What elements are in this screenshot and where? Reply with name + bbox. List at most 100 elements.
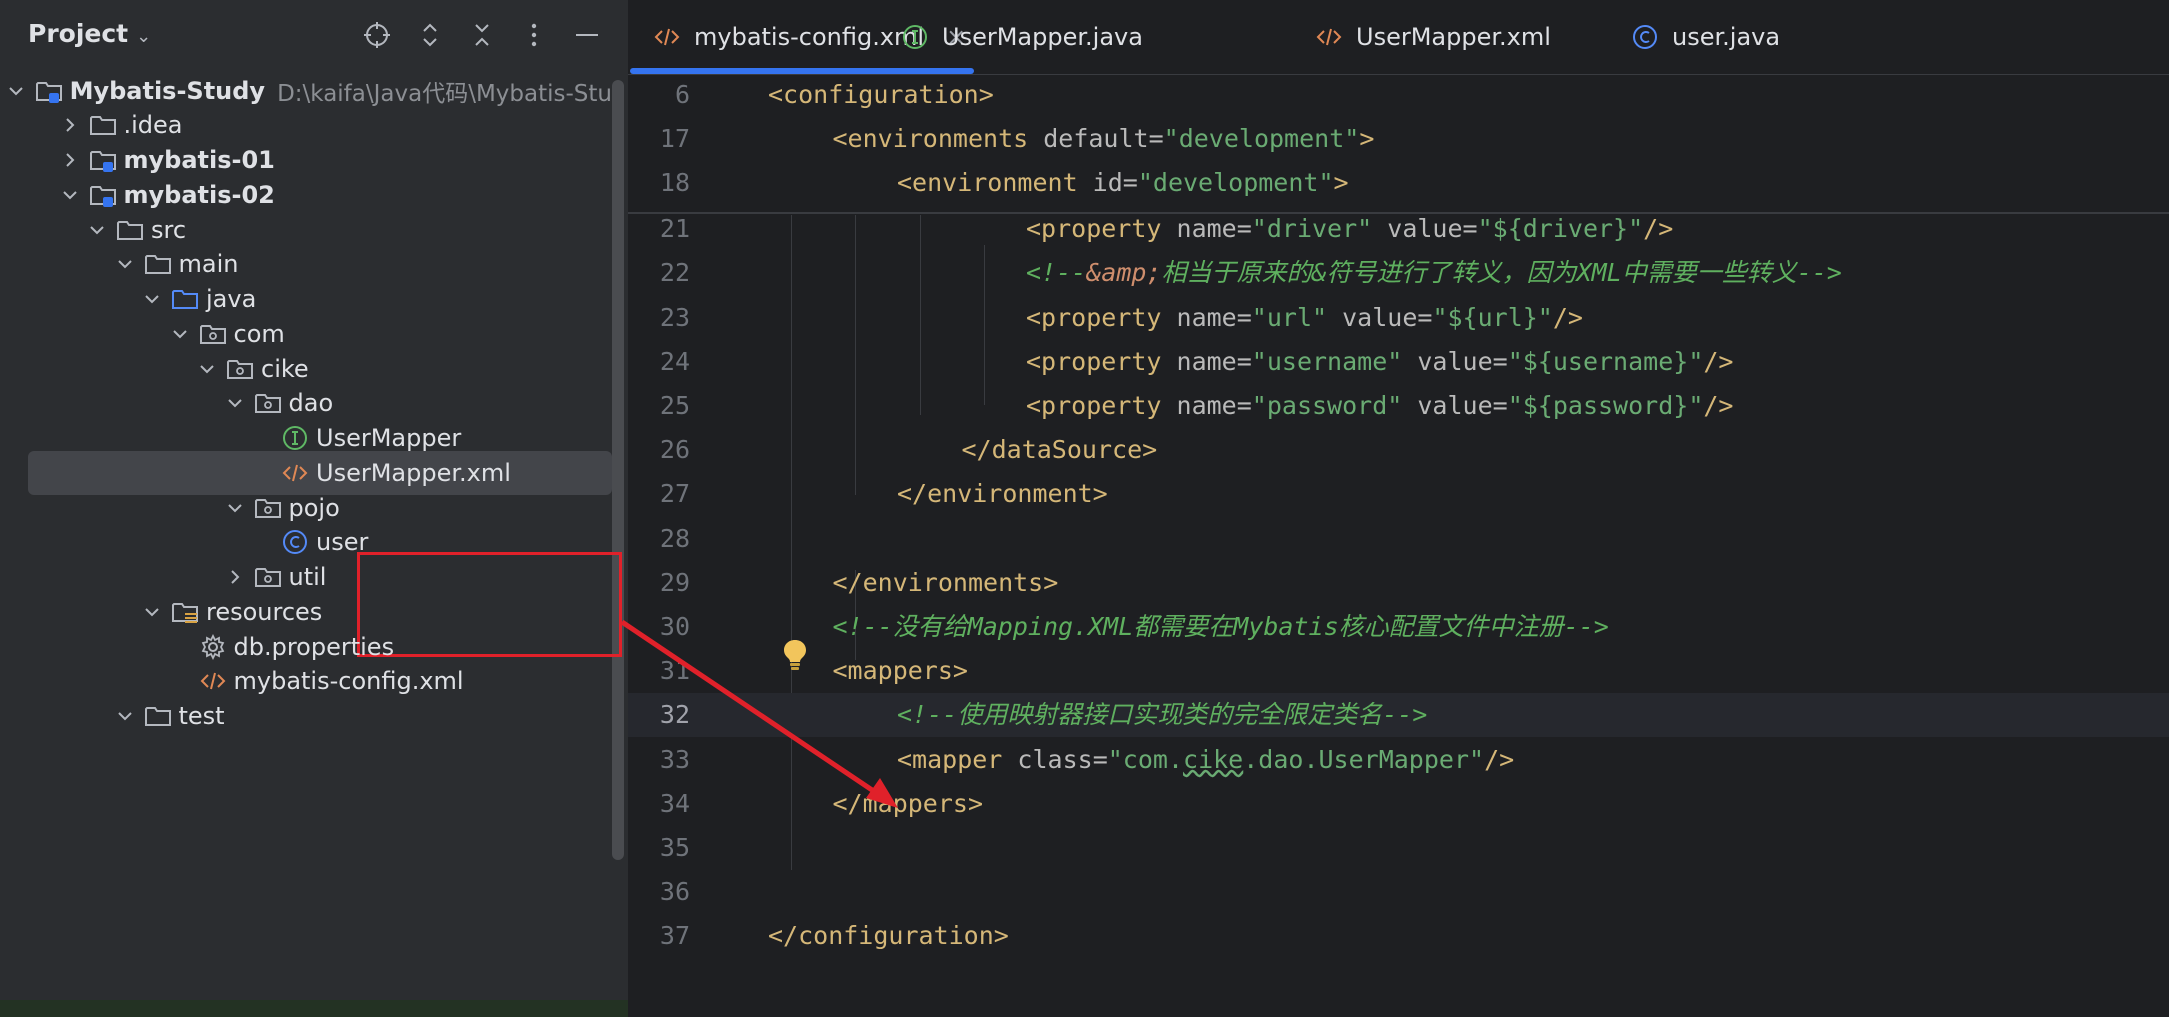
code-token: "${username}" bbox=[1507, 346, 1704, 376]
code-token: <mappers> bbox=[832, 656, 968, 686]
source-folder-icon bbox=[170, 284, 200, 314]
chevron-down-icon[interactable] bbox=[197, 359, 217, 379]
chevron-down-icon[interactable] bbox=[115, 706, 135, 726]
tree-item-path: D:\kaifa\Java代码\Mybatis-Stu bbox=[277, 80, 612, 107]
code-token: = bbox=[1417, 302, 1433, 332]
code-token: <configuration> bbox=[768, 80, 994, 109]
more-options-icon[interactable] bbox=[517, 18, 551, 52]
code-line[interactable]: 27 </environment> bbox=[628, 472, 2169, 516]
chevron-down-icon[interactable] bbox=[60, 185, 80, 205]
tree-item-label: src bbox=[151, 215, 187, 244]
package-icon bbox=[198, 319, 228, 349]
chevron-down-icon: ⌄ bbox=[136, 26, 152, 47]
editor-tab-bar: mybatis-config.xml × UserMapper.java UserMa… bbox=[628, 0, 2169, 75]
arrow-placeholder bbox=[252, 463, 272, 483]
code-line[interactable]: 30 <!--没有给Mapping.XML都需要在Mybatis核心配置文件中注册… bbox=[628, 605, 2169, 649]
code-line[interactable]: 28 bbox=[628, 517, 2169, 561]
expand-all-icon[interactable] bbox=[413, 18, 447, 52]
code-token: = bbox=[1492, 346, 1508, 376]
code-token: = bbox=[1236, 302, 1252, 332]
package-icon bbox=[253, 562, 283, 592]
chevron-right-icon[interactable] bbox=[225, 567, 245, 587]
code-line[interactable]: 36 bbox=[628, 870, 2169, 914]
line-number: 27 bbox=[659, 479, 690, 509]
xml-file-icon bbox=[652, 22, 682, 52]
code-token: </environment> bbox=[897, 479, 1108, 509]
code-text: </configuration> bbox=[768, 914, 1009, 958]
chevron-down-icon[interactable] bbox=[142, 602, 162, 622]
chevron-down-icon[interactable] bbox=[115, 254, 135, 274]
code-token: /> bbox=[1703, 391, 1734, 420]
code-token: "com. bbox=[1107, 744, 1184, 774]
code-text: </environments> bbox=[833, 561, 1059, 605]
tree-item-label: mybatis-01 bbox=[123, 146, 275, 174]
collapse-all-icon[interactable] bbox=[465, 18, 499, 52]
code-line[interactable]: 32 <!--使用映射器接口实现类的完全限定类名--> bbox=[628, 693, 2169, 738]
project-title-label: Project bbox=[28, 19, 129, 48]
tree-item-test[interactable]: test bbox=[0, 694, 612, 738]
code-line[interactable]: 23 <property name="url" value="${url}"/> bbox=[628, 296, 2169, 340]
code-line[interactable]: 25 <property name="password" value="${pas… bbox=[628, 384, 2169, 428]
code-token: "${url}" bbox=[1432, 302, 1553, 332]
code-token: /> bbox=[1643, 214, 1674, 244]
tree-scrollbar[interactable] bbox=[612, 80, 624, 860]
chevron-down-icon[interactable] bbox=[170, 324, 190, 344]
code-line[interactable]: 33 <mapper class="com.cike.dao.UserMapper… bbox=[628, 738, 2169, 782]
code-token: = bbox=[1492, 391, 1508, 420]
code-token: "${driver}" bbox=[1477, 214, 1644, 244]
code-line[interactable]: 6 <configuration> bbox=[628, 75, 2169, 117]
code-line[interactable]: 34 </mappers> bbox=[628, 782, 2169, 826]
package-icon bbox=[225, 354, 255, 384]
chevron-down-icon[interactable] bbox=[6, 81, 26, 101]
code-token: cike bbox=[1183, 744, 1244, 774]
line-number: 25 bbox=[659, 391, 690, 420]
project-view-selector[interactable]: Project ⌄ bbox=[28, 19, 151, 48]
chevron-down-icon[interactable] bbox=[142, 289, 162, 309]
code-token: = bbox=[1122, 168, 1138, 198]
code-line[interactable]: 18 <environment id="development"> bbox=[628, 161, 2169, 206]
code-token: name bbox=[1176, 302, 1237, 332]
chevron-down-icon[interactable] bbox=[87, 220, 107, 240]
code-line[interactable]: 35 bbox=[628, 826, 2169, 870]
minimize-icon[interactable] bbox=[570, 18, 604, 52]
code-line[interactable]: 26 </dataSource> bbox=[628, 428, 2169, 472]
line-number: 24 bbox=[659, 346, 690, 376]
code-text: <!--使用映射器接口实现类的完全限定类名--> bbox=[897, 693, 1427, 737]
code-token: = bbox=[1236, 346, 1252, 376]
code-line[interactable]: 29 </environments> bbox=[628, 561, 2169, 605]
tab-usermapper-java[interactable]: UserMapper.java bbox=[900, 0, 1143, 74]
code-line[interactable]: 37 </configuration> bbox=[628, 914, 2169, 958]
chevron-down-icon[interactable] bbox=[225, 498, 245, 518]
code-line[interactable]: 22 <!--&amp;相当于原来的&符号进行了转义，因为XML中需要一些转义--… bbox=[628, 251, 2169, 295]
resources-folder-icon bbox=[170, 597, 200, 627]
code-token: </dataSource> bbox=[961, 435, 1158, 465]
code-token: </environments> bbox=[832, 567, 1059, 597]
code-editor[interactable]: 19<transactionManager type="JDBC"/>20<da… bbox=[628, 75, 2169, 1017]
tree-item-label: java bbox=[206, 285, 257, 313]
line-number: 26 bbox=[659, 435, 690, 465]
code-token: value bbox=[1342, 302, 1418, 332]
chevron-right-icon[interactable] bbox=[60, 150, 80, 170]
tab-label: UserMapper.xml bbox=[1356, 23, 1551, 51]
chevron-down-icon[interactable] bbox=[225, 393, 245, 413]
code-text: <mapper class="com.cike.dao.UserMapper"/… bbox=[897, 738, 1514, 782]
class-icon bbox=[1630, 22, 1660, 52]
code-token: <environments bbox=[832, 124, 1044, 154]
active-tab-indicator bbox=[630, 68, 974, 74]
code-token: <mapper bbox=[897, 744, 1018, 774]
tab-user-java[interactable]: user.java bbox=[1630, 0, 1780, 74]
code-line[interactable]: 31 <mappers> bbox=[628, 649, 2169, 693]
code-text: </dataSource> bbox=[962, 428, 1158, 472]
code-line[interactable]: 17 <environments default="development"> bbox=[628, 117, 2169, 162]
lightbulb-icon[interactable] bbox=[780, 637, 810, 671]
code-token: "development" bbox=[1163, 124, 1360, 154]
code-line[interactable]: 24 <property name="username" value="${use… bbox=[628, 340, 2169, 384]
tree-item-label: UserMapper.xml bbox=[316, 458, 511, 487]
tab-usermapper-xml[interactable]: UserMapper.xml bbox=[1314, 0, 1551, 74]
locate-file-icon[interactable] bbox=[360, 18, 394, 52]
interface-icon bbox=[900, 22, 930, 52]
chevron-right-icon[interactable] bbox=[60, 115, 80, 135]
code-token: = bbox=[1092, 744, 1108, 774]
module-folder-icon bbox=[34, 76, 64, 106]
tree-item-label: mybatis-02 bbox=[123, 180, 275, 209]
